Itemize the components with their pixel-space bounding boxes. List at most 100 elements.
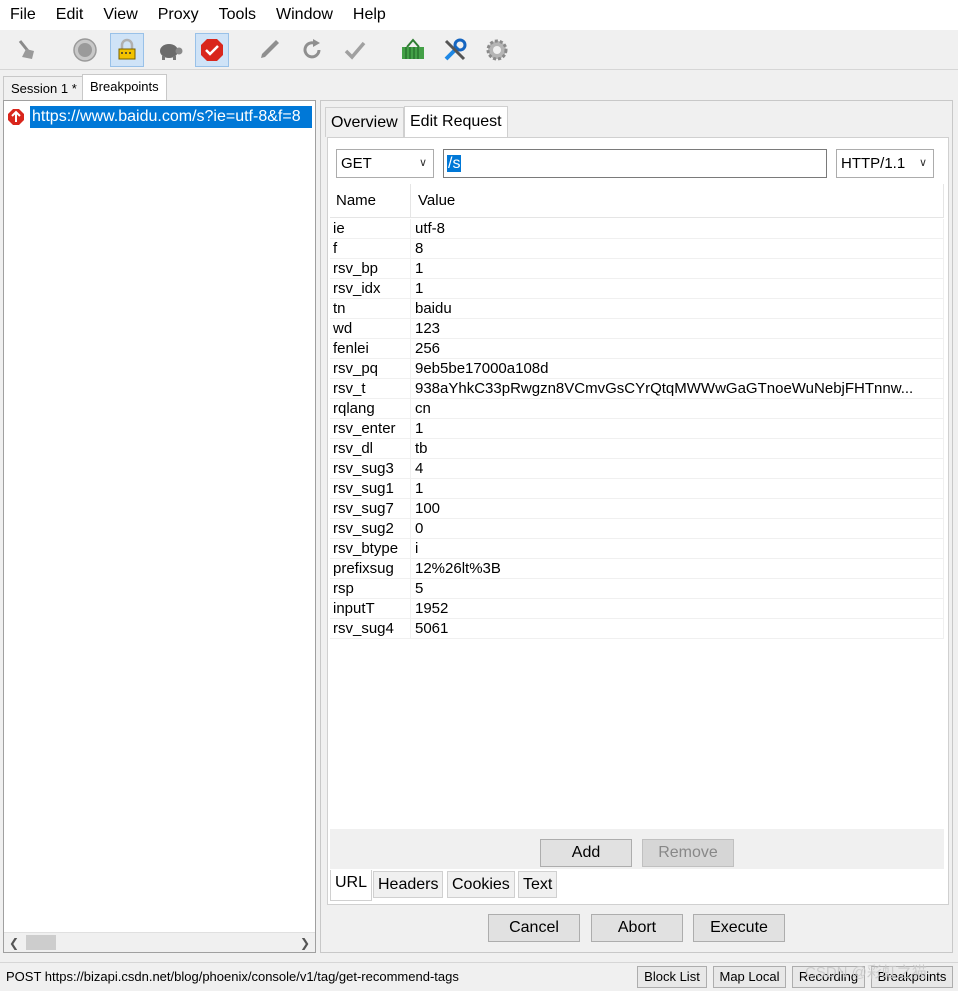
- record-icon[interactable]: [68, 33, 102, 67]
- tab-edit-request[interactable]: Edit Request: [404, 106, 508, 137]
- menu-help[interactable]: Help: [343, 0, 396, 30]
- tab-url[interactable]: URL: [330, 870, 373, 901]
- param-value-cell[interactable]: 0: [415, 519, 941, 539]
- param-name-cell[interactable]: rsv_btype: [333, 539, 409, 559]
- validate-check-icon[interactable]: [338, 33, 372, 67]
- param-name-cell[interactable]: fenlei: [333, 339, 409, 359]
- param-value-cell[interactable]: utf-8: [415, 219, 941, 239]
- table-row[interactable]: rsv_sug7 100: [330, 499, 944, 519]
- menu-window[interactable]: Window: [266, 0, 343, 30]
- menu-proxy[interactable]: Proxy: [148, 0, 209, 30]
- param-name-cell[interactable]: rsp: [333, 579, 409, 599]
- param-value-cell[interactable]: i: [415, 539, 941, 559]
- tab-headers[interactable]: Headers: [373, 871, 444, 898]
- map-local-button[interactable]: Map Local: [713, 966, 786, 988]
- table-row[interactable]: rqlang cn: [330, 399, 944, 419]
- add-button[interactable]: Add: [540, 839, 632, 867]
- tab-overview[interactable]: Overview: [325, 107, 404, 137]
- tree-item-url[interactable]: https://www.baidu.com/s?ie=utf-8&f=8: [30, 106, 312, 128]
- path-input[interactable]: /s: [443, 149, 827, 178]
- abort-button[interactable]: Abort: [591, 914, 683, 942]
- table-row[interactable]: rsv_dl tb: [330, 439, 944, 459]
- param-name-cell[interactable]: wd: [333, 319, 409, 339]
- param-name-cell[interactable]: tn: [333, 299, 409, 319]
- param-name-cell[interactable]: inputT: [333, 599, 409, 619]
- table-row[interactable]: wd 123: [330, 319, 944, 339]
- menu-tools[interactable]: Tools: [209, 0, 266, 30]
- table-row[interactable]: rsv_btype i: [330, 539, 944, 559]
- table-row[interactable]: tn baidu: [330, 299, 944, 319]
- table-row[interactable]: fenlei 256: [330, 339, 944, 359]
- param-name-cell[interactable]: rqlang: [333, 399, 409, 419]
- table-row[interactable]: rsv_enter 1: [330, 419, 944, 439]
- table-row[interactable]: rsv_sug4 5061: [330, 619, 944, 639]
- param-value-cell[interactable]: 100: [415, 499, 941, 519]
- param-value-cell[interactable]: 1: [415, 479, 941, 499]
- param-name-cell[interactable]: rsv_sug4: [333, 619, 409, 639]
- param-value-cell[interactable]: 938aYhkC33pRwgzn8VCmvGsCYrQtqMWWwGaGTnoe…: [415, 379, 941, 399]
- param-value-cell[interactable]: 4: [415, 459, 941, 479]
- param-name-cell[interactable]: rsv_sug2: [333, 519, 409, 539]
- param-value-cell[interactable]: baidu: [415, 299, 941, 319]
- param-value-cell[interactable]: 1: [415, 259, 941, 279]
- table-row[interactable]: rsp 5: [330, 579, 944, 599]
- table-row[interactable]: prefixsug 12%26lt%3B: [330, 559, 944, 579]
- table-row[interactable]: ie utf-8: [330, 219, 944, 239]
- param-name-cell[interactable]: f: [333, 239, 409, 259]
- param-name-cell[interactable]: prefixsug: [333, 559, 409, 579]
- param-value-cell[interactable]: 1952: [415, 599, 941, 619]
- param-name-cell[interactable]: rsv_sug7: [333, 499, 409, 519]
- param-name-cell[interactable]: rsv_sug1: [333, 479, 409, 499]
- table-row[interactable]: rsv_sug2 0: [330, 519, 944, 539]
- tab-breakpoints[interactable]: Breakpoints: [82, 74, 167, 101]
- param-value-cell[interactable]: 8: [415, 239, 941, 259]
- settings-gear-icon[interactable]: [480, 33, 514, 67]
- param-value-cell[interactable]: 5061: [415, 619, 941, 639]
- param-name-cell[interactable]: ie: [333, 219, 409, 239]
- broom-icon[interactable]: [10, 33, 44, 67]
- compose-pen-icon[interactable]: [252, 33, 286, 67]
- tree-item-request[interactable]: https://www.baidu.com/s?ie=utf-8&f=8: [8, 106, 312, 128]
- protocol-select[interactable]: HTTP/1.1 ∨: [836, 149, 934, 178]
- table-row[interactable]: rsv_t 938aYhkC33pRwgzn8VCmvGsCYrQtqMWWwGa…: [330, 379, 944, 399]
- tab-text[interactable]: Text: [518, 871, 558, 898]
- table-row[interactable]: rsv_idx 1: [330, 279, 944, 299]
- tools-icon[interactable]: [438, 33, 472, 67]
- shopping-basket-icon[interactable]: [396, 33, 430, 67]
- cancel-button[interactable]: Cancel: [488, 914, 580, 942]
- repeat-icon[interactable]: [295, 33, 329, 67]
- param-value-cell[interactable]: 9eb5be17000a108d: [415, 359, 941, 379]
- param-value-cell[interactable]: 123: [415, 319, 941, 339]
- tab-session-1[interactable]: Session 1 *: [3, 76, 85, 100]
- column-header-value[interactable]: Value: [418, 184, 455, 218]
- param-value-cell[interactable]: cn: [415, 399, 941, 419]
- method-select[interactable]: GET ∨: [336, 149, 434, 178]
- param-name-cell[interactable]: rsv_dl: [333, 439, 409, 459]
- ssl-proxy-icon[interactable]: [110, 33, 144, 67]
- param-name-cell[interactable]: rsv_t: [333, 379, 409, 399]
- throttle-turtle-icon[interactable]: [153, 33, 187, 67]
- column-header-name[interactable]: Name: [336, 184, 376, 218]
- param-name-cell[interactable]: rsv_bp: [333, 259, 409, 279]
- scroll-right-icon[interactable]: ❯: [295, 933, 315, 953]
- horizontal-scrollbar[interactable]: ❮ ❯: [4, 932, 315, 952]
- block-list-button[interactable]: Block List: [637, 966, 707, 988]
- tab-cookies[interactable]: Cookies: [447, 871, 515, 898]
- param-value-cell[interactable]: 1: [415, 279, 941, 299]
- scrollbar-thumb[interactable]: [26, 935, 56, 950]
- param-value-cell[interactable]: 1: [415, 419, 941, 439]
- param-value-cell[interactable]: 256: [415, 339, 941, 359]
- table-row[interactable]: rsv_sug3 4: [330, 459, 944, 479]
- scroll-left-icon[interactable]: ❮: [4, 933, 24, 953]
- menu-edit[interactable]: Edit: [46, 0, 94, 30]
- menu-view[interactable]: View: [93, 0, 147, 30]
- param-name-cell[interactable]: rsv_enter: [333, 419, 409, 439]
- param-value-cell[interactable]: 12%26lt%3B: [415, 559, 941, 579]
- execute-button[interactable]: Execute: [693, 914, 785, 942]
- table-row[interactable]: rsv_sug1 1: [330, 479, 944, 499]
- param-name-cell[interactable]: rsv_pq: [333, 359, 409, 379]
- table-row[interactable]: inputT 1952: [330, 599, 944, 619]
- param-value-cell[interactable]: 5: [415, 579, 941, 599]
- param-name-cell[interactable]: rsv_sug3: [333, 459, 409, 479]
- breakpoints-icon[interactable]: [195, 33, 229, 67]
